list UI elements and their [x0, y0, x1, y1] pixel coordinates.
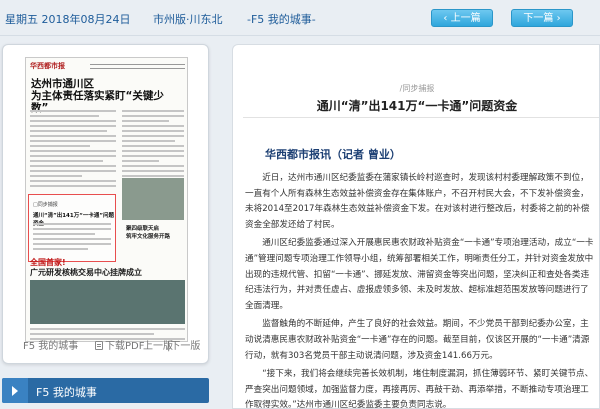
masthead: 华西都市报 [30, 61, 185, 73]
newspaper-page-thumbnail[interactable]: 华西都市报 达州市通川区 为主体责任落实紧盯“关键少数” 聚四级联天启 筑牢文化… [25, 57, 188, 342]
thumb-photo [122, 178, 184, 220]
page-label: -F5 我的城事- [247, 13, 316, 26]
page-name-label: F5 我的城事 [23, 341, 79, 352]
top-bar: 星期五 2018年08月24日 市州版·川东北 -F5 我的城事- ‹ 上一篇 … [0, 0, 600, 36]
article-byline: 华西都市报讯（记者 曾业） [265, 148, 401, 161]
prev-article-label: 上一篇 [450, 13, 481, 24]
thumb-red-headline: 全国首家! 广元研发核桃交易中心挂牌成立 [30, 258, 150, 278]
thumb-headline: 达州市通川区 为主体责任落实紧盯“关键少数” [31, 78, 181, 114]
prev-article-button[interactable]: ‹ 上一篇 [431, 9, 493, 27]
section-item-f5[interactable]: F5 我的城事 [2, 378, 209, 403]
title-divider [243, 117, 599, 118]
red-headline-part1: 全国首家! [30, 258, 66, 267]
page-thumbnail-panel: 华西都市报 达州市通川区 为主体责任落实紧盯“关键少数” 聚四级联天启 筑牢文化… [2, 44, 209, 364]
thumb-text-column [30, 110, 116, 190]
article-rubric: /同步捕报 [399, 84, 435, 93]
edition-label: 市州版·川东北 [153, 13, 223, 26]
highlight-kicker: □同步捕报 [33, 202, 58, 208]
article-panel: /同步捕报 通川“清”出141万“一卡通”问题资金 华西都市报讯（记者 曾业） … [232, 44, 600, 409]
current-article-highlight[interactable]: □同步捕报 通川“清”出141万“一卡通”问题资金 [28, 194, 116, 262]
play-arrow-icon [2, 378, 28, 403]
article-paragraph: “接下来，我们将会继续完善长效机制，堵住制度漏洞，抓住薄弱环节、紧盯关键节点、严… [245, 369, 594, 409]
next-page-label: 下一版 [170, 341, 201, 352]
red-headline-part2: 广元研发核桃交易中心挂牌成立 [30, 268, 142, 277]
chevron-left-icon: ‹ [443, 13, 451, 24]
download-pdf-link[interactable]: 下载PDF [95, 337, 144, 352]
section-label: F5 我的城事 [36, 386, 97, 399]
thumb-bottom-photo [30, 280, 185, 324]
article-body: 近日，达州市通川区纪委监委在蒲家镇长岭村巡查时，发现该村村委理解政策不到位，一直… [245, 171, 594, 409]
pdf-file-icon [95, 341, 103, 350]
next-page-link[interactable]: |下一版 [167, 337, 200, 352]
chevron-right-icon: › [553, 13, 561, 24]
download-pdf-label: 下载PDF [105, 341, 145, 352]
thumb-side-title2: 筑牢文化服务开路 [126, 234, 171, 240]
article-paragraph: 通川区纪委监委通过深入开展惠民惠农财政补贴资金“一卡通”专项治理活动，成立“一卡… [245, 238, 594, 311]
next-article-button[interactable]: 下一篇 › [511, 9, 573, 27]
issue-date: 星期五 2018年08月24日 [5, 13, 131, 26]
thumb-side-title: 聚四级联天启 [126, 226, 160, 232]
thumb-headline-line1: 达州市通川区 [31, 78, 94, 90]
thumbnail-footer: F5 我的城事 下载PDF 上一版 |下一版 [3, 333, 210, 357]
next-article-label: 下一篇 [523, 13, 554, 24]
article-paragraph: 近日，达州市通川区纪委监委在蒲家镇长岭村巡查时，发现该村村委理解政策不到位，一直… [245, 173, 590, 230]
article-title: 通川“清”出141万“一卡通”问题资金 [316, 99, 518, 113]
masthead-logo: 华西都市报 [30, 61, 65, 70]
article-paragraph: 监督触角的不断延伸，产生了良好的社会效益。期间，不少党员干部到纪委办公室，主动说… [245, 319, 590, 361]
